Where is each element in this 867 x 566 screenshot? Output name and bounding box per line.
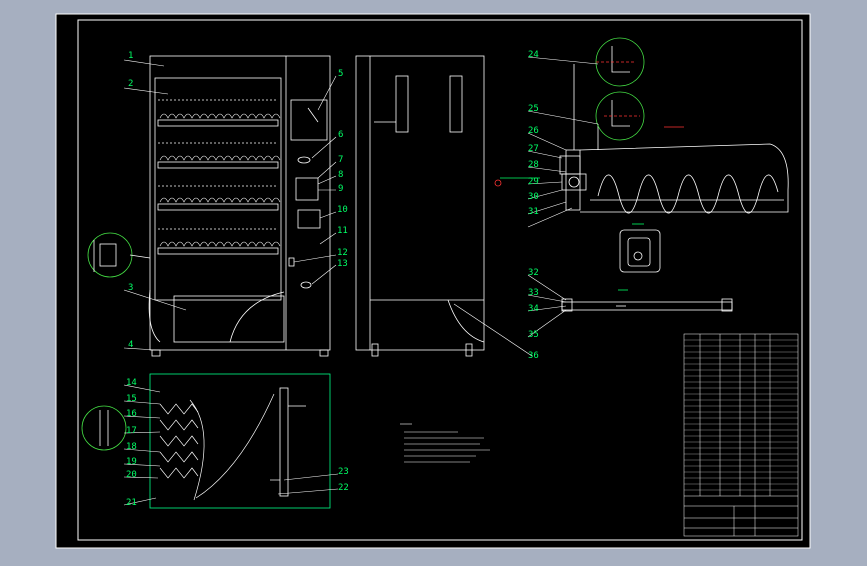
callout-16: 16	[126, 409, 137, 419]
callout-29: 29	[528, 177, 539, 187]
callout-26: 26	[528, 126, 539, 136]
cad-viewport: 1 2 3 4 5 6 7 8 9 10 11 12 13 14 15 16 1…	[0, 0, 867, 562]
callout-11: 11	[337, 226, 348, 236]
drawing-canvas: 1 2 3 4 5 6 7 8 9 10 11 12 13 14 15 16 1…	[55, 13, 811, 549]
callout-28: 28	[528, 160, 539, 170]
callout-12: 12	[337, 248, 348, 258]
callout-8: 8	[338, 170, 343, 180]
callout-32: 32	[528, 268, 539, 278]
callout-2: 2	[128, 79, 133, 89]
callout-14: 14	[126, 378, 137, 388]
callout-21: 21	[126, 498, 137, 508]
callout-13: 13	[337, 259, 348, 269]
callout-10: 10	[337, 205, 348, 215]
callout-4: 4	[128, 340, 133, 350]
callout-1: 1	[128, 51, 133, 61]
callout-18: 18	[126, 442, 137, 452]
callout-7: 7	[338, 155, 343, 165]
callout-34: 34	[528, 304, 539, 314]
callout-35: 35	[528, 330, 539, 340]
callout-9: 9	[338, 184, 343, 194]
callout-20: 20	[126, 470, 137, 480]
callout-27: 27	[528, 144, 539, 154]
callout-30: 30	[528, 192, 539, 202]
callout-19: 19	[126, 457, 137, 467]
callout-25: 25	[528, 104, 539, 114]
callout-36: 36	[528, 351, 539, 361]
callout-24: 24	[528, 50, 539, 60]
callout-23: 23	[338, 467, 349, 477]
callout-3: 3	[128, 283, 133, 293]
callout-5: 5	[338, 69, 343, 79]
callout-22: 22	[338, 483, 349, 493]
drawing-sheet	[55, 13, 811, 549]
callout-31: 31	[528, 207, 539, 217]
callout-33: 33	[528, 288, 539, 298]
callout-17: 17	[126, 426, 137, 436]
callout-15: 15	[126, 394, 137, 404]
callout-6: 6	[338, 130, 343, 140]
